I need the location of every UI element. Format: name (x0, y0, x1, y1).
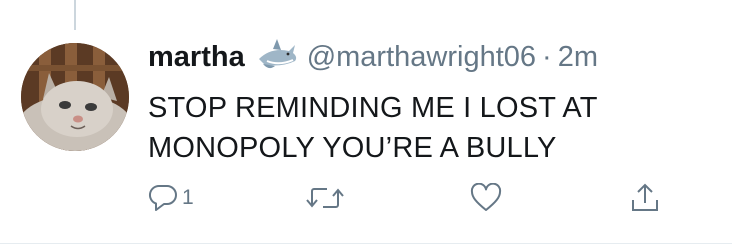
thread-line (74, 0, 76, 30)
user-handle[interactable]: @marthawright06 (307, 41, 536, 74)
timestamp[interactable]: 2m (558, 41, 598, 74)
reply-icon (148, 183, 178, 213)
like-icon (470, 183, 502, 213)
like-button[interactable] (470, 180, 506, 216)
retweet-button[interactable] (305, 180, 349, 216)
tweet-header: martha @marthawright06 · 2m (148, 37, 598, 77)
tweet-text: STOP REMINDING ME I LOST AT MONOPOLY YOU… (148, 92, 598, 164)
share-button[interactable] (629, 180, 661, 216)
separator: · (542, 40, 552, 73)
share-icon (629, 182, 661, 214)
avatar[interactable] (21, 43, 129, 151)
retweet-icon (305, 183, 345, 213)
reply-count: 1 (182, 186, 194, 209)
reply-button[interactable]: 1 (148, 180, 194, 216)
display-name[interactable]: martha (148, 41, 245, 74)
shark-emoji (255, 37, 299, 77)
